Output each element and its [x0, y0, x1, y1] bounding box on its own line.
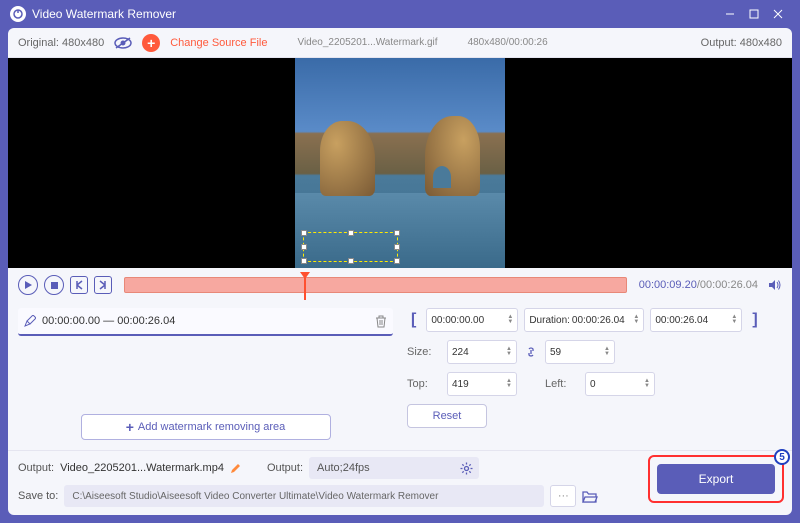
end-time-input[interactable]: 00:00:26.04▲▼ — [650, 308, 742, 332]
size-row: Size: 224▲▼ 59▲▼ — [407, 340, 782, 364]
add-watermark-area-button[interactable]: + Add watermark removing area — [81, 414, 331, 440]
export-highlight: 5 Export — [648, 455, 784, 503]
plus-icon: + — [126, 419, 134, 435]
gear-icon — [460, 462, 473, 475]
volume-button[interactable] — [768, 278, 782, 292]
time-range-row: [ 00:00:00.00▲▼ Duration:00:00:26.04▲▼ 0… — [407, 308, 782, 332]
source-meta: 480x480/00:00:26 — [468, 37, 548, 48]
folder-icon — [582, 490, 598, 503]
content-area: Original: 480x480 + Change Source File V… — [8, 28, 792, 515]
bracket-left-icon[interactable]: [ — [407, 311, 420, 329]
delete-clip-button[interactable] — [375, 315, 387, 328]
open-folder-button[interactable] — [582, 490, 598, 503]
settings-section: 00:00:00.00 — 00:00:26.04 + Add watermar… — [8, 302, 792, 450]
change-source-link[interactable]: Change Source File — [170, 37, 267, 49]
save-path-field[interactable]: C:\Aiseesoft Studio\Aiseesoft Video Conv… — [64, 485, 544, 507]
original-size-label: Original: 480x480 — [18, 37, 104, 49]
left-input[interactable]: 0▲▼ — [585, 372, 655, 396]
maximize-button[interactable] — [742, 4, 766, 24]
output-bar: Output: Video_2205201...Watermark.mp4 Ou… — [8, 450, 792, 515]
format-settings-button[interactable] — [460, 462, 473, 475]
play-button[interactable] — [18, 275, 38, 295]
stop-icon — [51, 282, 58, 289]
spinner-icon[interactable]: ▲▼ — [731, 315, 737, 325]
window-title: Video Watermark Remover — [32, 7, 718, 21]
spinner-icon[interactable]: ▲▼ — [506, 379, 512, 389]
timeline-slider[interactable] — [124, 277, 627, 293]
play-icon — [24, 281, 32, 289]
titlebar: Video Watermark Remover — [0, 0, 800, 28]
trash-icon — [375, 315, 387, 328]
watermark-selection-box[interactable] — [303, 232, 398, 262]
source-filename: Video_2205201...Watermark.gif — [297, 37, 437, 48]
size-label: Size: — [407, 346, 439, 358]
add-source-icon[interactable]: + — [142, 34, 160, 52]
export-button[interactable]: Export — [657, 464, 775, 494]
info-bar: Original: 480x480 + Change Source File V… — [8, 28, 792, 58]
mark-in-button[interactable] — [70, 276, 88, 294]
step-badge: 5 — [774, 449, 790, 465]
output-label: Output: — [18, 462, 54, 474]
duration-input[interactable]: Duration:00:00:26.04▲▼ — [524, 308, 644, 332]
pencil-icon — [230, 463, 241, 474]
minimize-button[interactable] — [718, 4, 742, 24]
link-aspect-icon[interactable] — [525, 346, 537, 358]
spinner-icon[interactable]: ▲▼ — [633, 315, 639, 325]
mark-out-icon — [98, 280, 108, 290]
playhead-icon[interactable] — [300, 272, 310, 279]
save-to-label: Save to: — [18, 490, 58, 502]
spinner-icon[interactable]: ▲▼ — [644, 379, 650, 389]
minimize-icon — [725, 9, 735, 19]
output-filename: Video_2205201...Watermark.mp4 — [60, 462, 224, 474]
clip-item[interactable]: 00:00:00.00 — 00:00:26.04 — [18, 308, 393, 336]
width-input[interactable]: 224▲▼ — [447, 340, 517, 364]
start-time-input[interactable]: 00:00:00.00▲▼ — [426, 308, 518, 332]
format-select[interactable]: Auto;24fps — [309, 457, 479, 479]
video-frame — [295, 58, 505, 268]
rename-button[interactable] — [230, 463, 241, 474]
edit-handle-icon[interactable] — [24, 315, 36, 327]
clips-panel: 00:00:00.00 — 00:00:26.04 + Add watermar… — [18, 308, 393, 446]
top-input[interactable]: 419▲▼ — [447, 372, 517, 396]
clip-range-label: 00:00:00.00 — 00:00:26.04 — [42, 315, 369, 327]
position-row: Top: 419▲▼ Left: 0▲▼ — [407, 372, 782, 396]
stop-button[interactable] — [44, 275, 64, 295]
preview-toggle-icon[interactable] — [114, 37, 132, 49]
top-label: Top: — [407, 378, 439, 390]
reset-button[interactable]: Reset — [407, 404, 487, 428]
app-logo-icon — [10, 6, 26, 22]
maximize-icon — [749, 9, 759, 19]
format-label: Output: — [267, 462, 303, 474]
spinner-icon[interactable]: ▲▼ — [506, 347, 512, 357]
region-panel: [ 00:00:00.00▲▼ Duration:00:00:26.04▲▼ 0… — [407, 308, 782, 446]
bracket-right-icon[interactable]: ] — [748, 311, 761, 329]
height-input[interactable]: 59▲▼ — [545, 340, 615, 364]
left-label: Left: — [545, 378, 577, 390]
close-icon — [773, 9, 783, 19]
output-size-label: Output: 480x480 — [701, 37, 782, 49]
video-preview[interactable] — [8, 58, 792, 268]
spinner-icon[interactable]: ▲▼ — [507, 315, 513, 325]
mark-in-icon — [74, 280, 84, 290]
transport-bar: 00:00:09.20/00:00:26.04 — [8, 268, 792, 302]
timecode-display: 00:00:09.20/00:00:26.04 — [639, 279, 758, 291]
mark-out-button[interactable] — [94, 276, 112, 294]
spinner-icon[interactable]: ▲▼ — [604, 347, 610, 357]
browse-button[interactable]: ··· — [550, 485, 576, 507]
app-window: Video Watermark Remover Original: 480x48… — [0, 0, 800, 523]
close-button[interactable] — [766, 4, 790, 24]
